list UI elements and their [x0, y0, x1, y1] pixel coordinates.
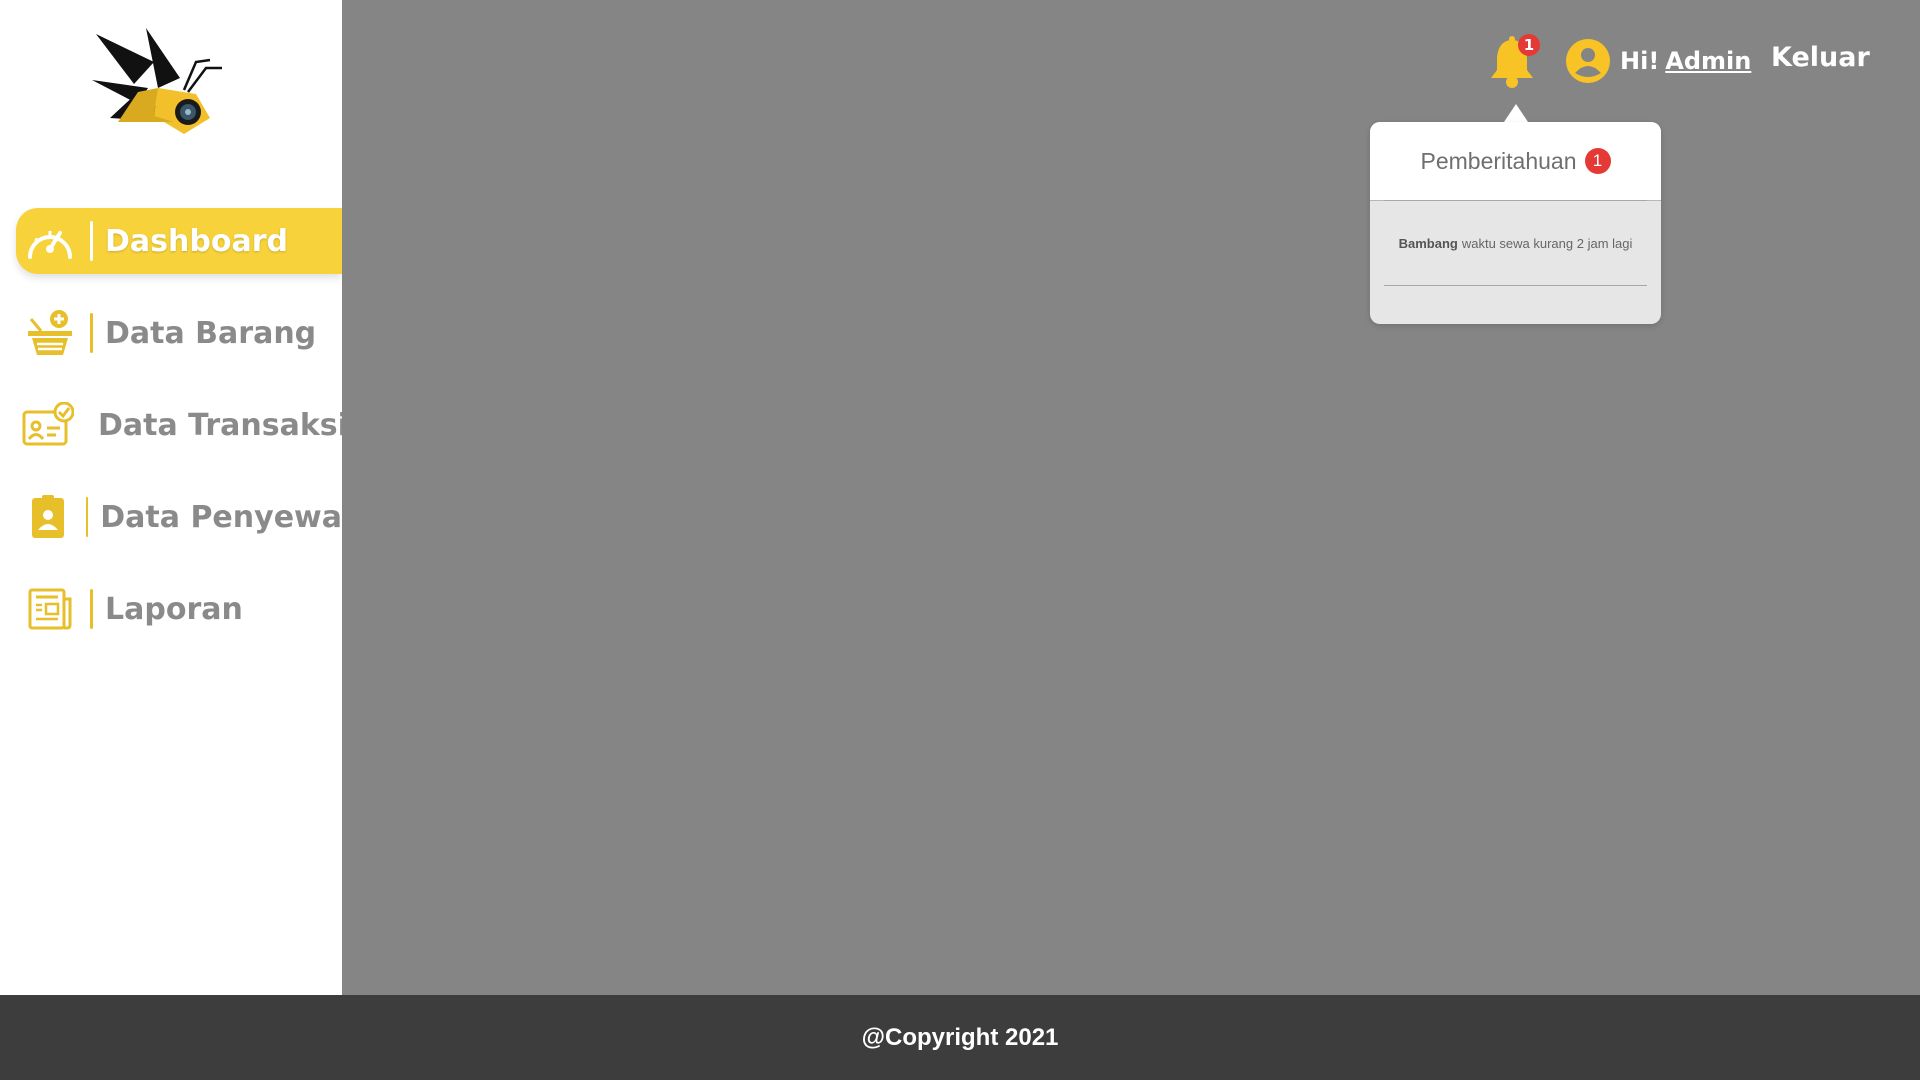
nav-separator: [90, 313, 93, 353]
notification-count-badge: 1: [1518, 34, 1540, 56]
popup-title: Pemberitahuan: [1420, 147, 1577, 174]
newspaper-icon: [22, 584, 78, 634]
nav-separator: [90, 589, 93, 629]
notification-message: waktu sewa kurang 2 jam lagi: [1461, 235, 1633, 251]
nav-separator: [85, 497, 89, 537]
sidebar-item-label: Data Transaksi: [98, 407, 348, 443]
user-badge-icon: [22, 492, 74, 542]
popup-count-badge: 1: [1584, 148, 1611, 174]
bee-logo-icon: [92, 28, 222, 134]
sidebar-item-label: Laporan: [105, 591, 243, 627]
sidebar: Dashboard Data Barang Data Transaksi Dat…: [0, 0, 348, 995]
sidebar-item-data-transaksi[interactable]: Data Transaksi: [16, 392, 348, 458]
notification-list: Bambang waktu sewa kurang 2 jam lagi: [1370, 201, 1661, 286]
sidebar-item-label: Data Penyewa: [100, 499, 342, 535]
greeting-text: Hi!: [1620, 47, 1660, 75]
footer: @Copyright 2021: [0, 995, 1920, 1080]
popup-arrow: [1504, 104, 1528, 122]
copyright-text: @Copyright 2021: [861, 1023, 1059, 1051]
id-card-check-icon: [22, 400, 74, 450]
user-menu: Hi! Admin: [1566, 38, 1751, 84]
basket-add-icon: [22, 308, 78, 358]
sidebar-item-dashboard[interactable]: Dashboard: [16, 208, 342, 274]
sidebar-item-data-barang[interactable]: Data Barang: [16, 300, 342, 366]
notification-bell-button[interactable]: 1: [1487, 34, 1543, 90]
speedometer-icon: [22, 216, 78, 266]
sidebar-nav: Dashboard Data Barang Data Transaksi Dat…: [0, 208, 348, 668]
app-root: Dashboard Data Barang Data Transaksi Dat…: [0, 0, 1920, 1080]
notification-name: Bambang: [1398, 235, 1458, 251]
sidebar-item-data-penyewa[interactable]: Data Penyewa: [16, 484, 342, 550]
notification-item[interactable]: Bambang waktu sewa kurang 2 jam lagi: [1384, 201, 1647, 286]
app-logo: [88, 22, 224, 140]
user-avatar-icon: [1566, 39, 1610, 83]
notification-popup: Pemberitahuan 1 Bambang waktu sewa kuran…: [1370, 122, 1661, 324]
admin-profile-link[interactable]: Admin: [1665, 47, 1751, 75]
logout-button[interactable]: Keluar: [1771, 42, 1870, 73]
sidebar-item-label: Data Barang: [105, 315, 317, 351]
sidebar-item-label: Dashboard: [105, 223, 288, 259]
nav-separator: [90, 221, 93, 261]
sidebar-item-laporan[interactable]: Laporan: [16, 576, 342, 642]
popup-header: Pemberitahuan 1: [1370, 122, 1661, 201]
main-content: [342, 0, 1920, 995]
